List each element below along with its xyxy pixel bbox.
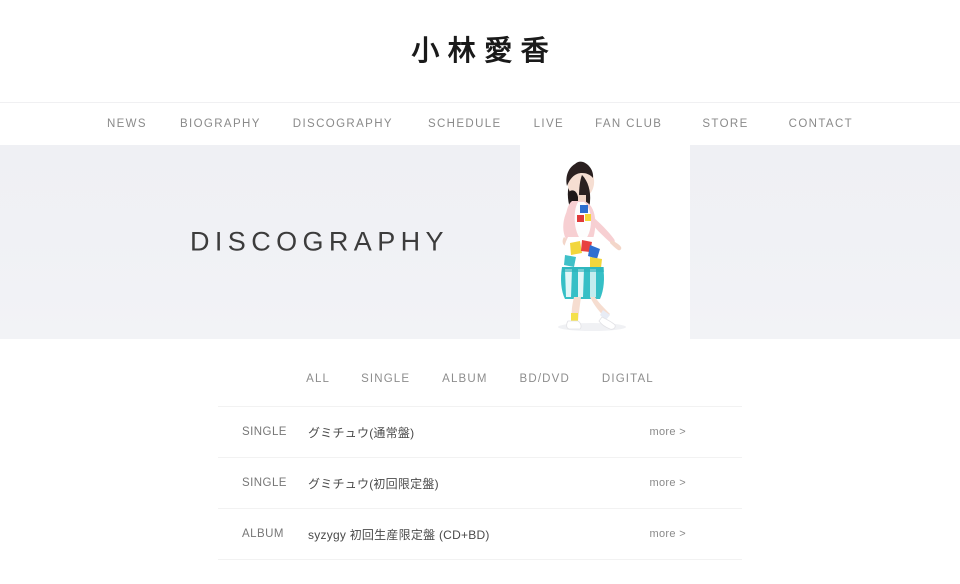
row-type-badge: ALBUM (242, 528, 284, 540)
row-title: syzygy 初回生産限定盤 (CD+BD) (308, 527, 490, 542)
more-link[interactable]: more > (649, 426, 742, 438)
page-title: DISCOGRAPHY (190, 226, 449, 257)
filter-tab-all[interactable]: ALL (306, 373, 330, 385)
row-title: グミチュウ(初回限定盤) (308, 476, 439, 491)
table-row[interactable]: SINGLE グミチュウ(通常盤) more > (218, 407, 742, 458)
more-link[interactable]: more > (649, 477, 742, 489)
discography-list: SINGLE グミチュウ(通常盤) more > SINGLE グミチュウ(初回… (218, 406, 742, 560)
table-row[interactable]: SINGLE グミチュウ(初回限定盤) more > (218, 458, 742, 509)
nav-item-live[interactable]: LIVE (534, 114, 564, 134)
filter-tab-album[interactable]: ALBUM (442, 373, 487, 385)
nav-item-schedule[interactable]: SCHEDULE (428, 114, 502, 134)
more-link[interactable]: more > (649, 528, 742, 540)
site-title[interactable]: 小林愛香 (403, 37, 557, 65)
row-title: グミチュウ(通常盤) (308, 425, 415, 440)
nav-item-contact[interactable]: CONTACT (789, 114, 853, 134)
row-type-badge: SINGLE (242, 426, 287, 438)
site-header: 小林愛香 (0, 0, 960, 103)
global-nav: NEWS BIOGRAPHY DISCOGRAPHY SCHEDULE LIVE… (0, 103, 960, 145)
nav-list: NEWS BIOGRAPHY DISCOGRAPHY SCHEDULE LIVE… (107, 114, 853, 134)
table-row[interactable]: ALBUM syzygy 初回生産限定盤 (CD+BD) more > (218, 509, 742, 560)
filter-tab-digital[interactable]: DIGITAL (602, 373, 654, 385)
nav-item-biography[interactable]: BIOGRAPHY (180, 114, 261, 134)
discography-filter-tabs: ALL SINGLE ALBUM BD/DVD DIGITAL (0, 339, 960, 395)
nav-item-store[interactable]: STORE (702, 114, 748, 134)
nav-item-fan-club[interactable]: FAN CLUB (595, 114, 662, 134)
row-type-badge: SINGLE (242, 477, 287, 489)
page-root: 小林愛香 NEWS BIOGRAPHY DISCOGRAPHY SCHEDULE… (0, 0, 960, 584)
nav-item-news[interactable]: NEWS (107, 114, 147, 134)
filter-tab-bd-dvd[interactable]: BD/DVD (520, 373, 570, 385)
filter-tab-single[interactable]: SINGLE (361, 373, 410, 385)
hero-banner: DISCOGRAPHY (0, 145, 960, 339)
nav-item-discography[interactable]: DISCOGRAPHY (293, 114, 393, 134)
artist-photo (520, 145, 690, 339)
